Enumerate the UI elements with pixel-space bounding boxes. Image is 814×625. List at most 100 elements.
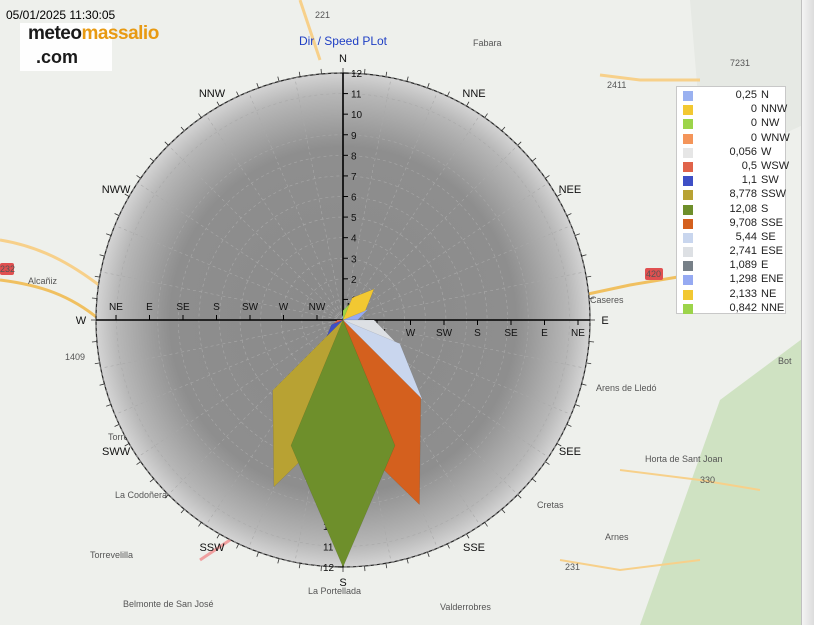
h-axis-label-right: E [541, 328, 548, 339]
legend-direction: SE [761, 230, 776, 243]
legend-value: 0 [750, 131, 757, 144]
r-tick-label: 7 [351, 172, 357, 183]
outer-tick [466, 533, 470, 539]
legend-value: 0,25 [735, 89, 757, 101]
legend-direction: NNW [761, 103, 788, 116]
legend-swatch [683, 303, 693, 314]
legend-swatch [683, 105, 693, 116]
outer-tick [216, 533, 220, 539]
legend-swatch [683, 147, 693, 158]
legend-swatch [683, 190, 693, 201]
legend-item-ene: 1,298 ENE [677, 273, 785, 287]
legend-swatch [683, 218, 693, 229]
outer-tick [180, 126, 185, 132]
outer-tick [566, 424, 572, 427]
compass-label-n: N [339, 53, 347, 65]
h-axis-label-right: S [474, 328, 481, 339]
compass-label-sse: SSE [463, 542, 485, 554]
window-scrollbar[interactable] [801, 0, 814, 625]
legend-item-ese: 2,741 ESE [677, 245, 785, 259]
outer-tick [164, 141, 169, 146]
outer-tick [484, 113, 488, 118]
outer-tick [216, 101, 220, 107]
legend-direction: N [761, 89, 769, 101]
compass-label-nnw: NNW [199, 88, 226, 100]
h-axis-label-right: NE [571, 328, 585, 339]
outer-tick [94, 275, 100, 278]
compass-label-see: SEE [559, 446, 581, 458]
legend-direction: SW [761, 174, 779, 187]
legend-direction: NNE [761, 301, 785, 314]
outer-tick [385, 563, 388, 569]
h-axis-label-left: W [279, 302, 289, 313]
outer-tick [501, 126, 506, 132]
legend-direction: S [761, 202, 769, 215]
legend-direction: NE [761, 287, 777, 300]
outer-tick [466, 101, 470, 107]
compass-label-nww: NWW [102, 184, 131, 196]
legend-direction: NW [761, 117, 780, 130]
legend-direction: E [761, 259, 769, 272]
legend-value: 1,089 [729, 259, 757, 272]
outer-tick [586, 275, 592, 278]
legend-value: 0,056 [729, 145, 757, 158]
outer-tick [114, 424, 120, 427]
legend-item-wsw: 0,5 WSW [677, 159, 789, 174]
legend-value: 0,842 [729, 301, 757, 314]
outer-tick [574, 404, 580, 407]
outer-tick [136, 175, 141, 179]
r-tick-label: 6 [351, 193, 357, 204]
compass-label-s: S [339, 577, 346, 589]
outer-tick [198, 522, 202, 527]
outer-tick [531, 478, 537, 483]
legend-swatch [683, 247, 693, 258]
legend-item-w: 0,056 W [677, 146, 785, 160]
compass-label-nee: NEE [559, 184, 582, 196]
legend-swatch [683, 289, 693, 300]
legend-value: 2,133 [729, 287, 757, 300]
legend-value: 0 [750, 117, 757, 130]
legend-item-nnw: 0 NNW [677, 103, 788, 117]
outer-tick [94, 362, 100, 365]
outer-tick [447, 543, 450, 549]
legend-item-sw: 1,1 SW [677, 174, 785, 188]
legend-swatch [683, 161, 693, 172]
h-axis-label-right: SW [436, 328, 453, 339]
outer-tick [99, 383, 105, 386]
chart-title: Dir / Speed PLot [298, 34, 388, 48]
outer-tick [149, 157, 155, 162]
r-tick-label: 4 [351, 234, 357, 245]
r-tick-label-bottom: 11 [323, 542, 334, 553]
outer-tick [545, 175, 550, 179]
logo-text-com: .com [36, 47, 79, 67]
h-axis-label-left: S [213, 302, 220, 313]
outer-tick [406, 558, 409, 564]
outer-tick [198, 113, 202, 118]
legend-direction: SSW [761, 188, 787, 201]
legend-value: 0 [750, 103, 757, 116]
r-tick-label-bottom: 12 [323, 563, 335, 574]
outer-tick [385, 71, 388, 77]
outer-tick [586, 362, 592, 365]
legend-item-n: 0,25 N [677, 89, 785, 103]
legend-item-s: 12,08 S [677, 203, 785, 217]
legend-value: 12,08 [729, 202, 757, 215]
legend-value: 0,5 [741, 159, 757, 172]
legend-direction: WSW [761, 159, 790, 172]
r-tick-label: 8 [351, 151, 357, 162]
outer-tick [277, 558, 280, 564]
outer-tick [531, 157, 537, 162]
outer-tick [298, 71, 301, 77]
legend-value: 5,44 [735, 230, 757, 243]
legend-item-wnw: 0 WNW [677, 131, 790, 146]
legend-item-se: 5,44 SE [677, 231, 785, 245]
r-tick-label: 10 [351, 110, 363, 121]
h-axis-label-left: SW [242, 302, 259, 313]
legend-swatch [683, 275, 693, 286]
legend-item-nw: 0 NW [677, 117, 785, 131]
legend-value: 1,298 [729, 273, 757, 286]
outer-tick [517, 141, 522, 146]
outer-tick [106, 404, 112, 407]
legend-item-ssw: 8,778 SSW [677, 188, 787, 202]
legend-swatch [683, 119, 693, 130]
